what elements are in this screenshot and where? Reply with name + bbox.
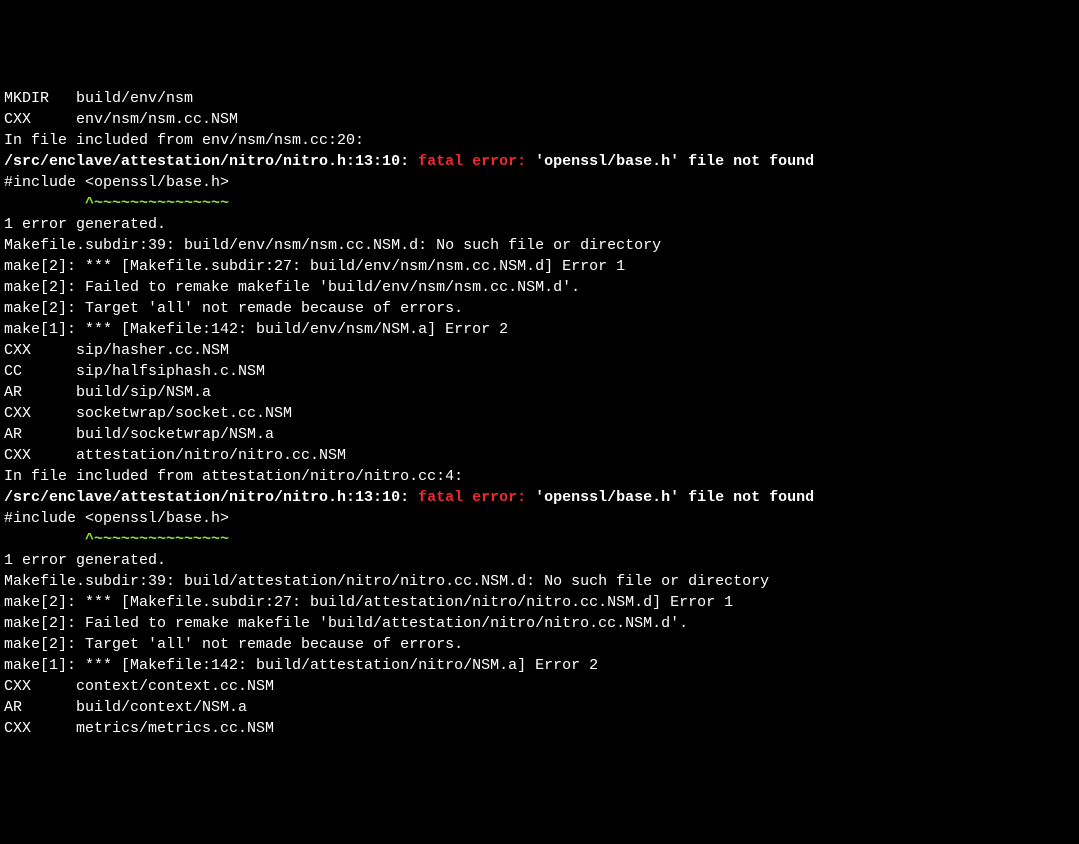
terminal-line: CC sip/halfsiphash.c.NSM bbox=[4, 361, 1075, 382]
terminal-segment: MKDIR build/env/nsm bbox=[4, 90, 193, 107]
terminal-segment: fatal error: bbox=[418, 489, 535, 506]
terminal-segment: ^~~~~~~~~~~~~~~~ bbox=[4, 195, 229, 212]
terminal-line: #include <openssl/base.h> bbox=[4, 172, 1075, 193]
terminal-line: 1 error generated. bbox=[4, 550, 1075, 571]
terminal-line: In file included from attestation/nitro/… bbox=[4, 466, 1075, 487]
terminal-segment: make[2]: Target 'all' not remade because… bbox=[4, 300, 463, 317]
terminal-line: make[2]: Target 'all' not remade because… bbox=[4, 298, 1075, 319]
terminal-line: #include <openssl/base.h> bbox=[4, 508, 1075, 529]
terminal-segment: /src/enclave/attestation/nitro/nitro.h:1… bbox=[4, 153, 418, 170]
terminal-line: MKDIR build/env/nsm bbox=[4, 88, 1075, 109]
terminal-line: make[2]: Failed to remake makefile 'buil… bbox=[4, 613, 1075, 634]
terminal-segment: AR build/sip/NSM.a bbox=[4, 384, 211, 401]
terminal-segment: make[2]: *** [Makefile.subdir:27: build/… bbox=[4, 258, 625, 275]
terminal-segment: 1 error generated. bbox=[4, 552, 166, 569]
terminal-line: CXX context/context.cc.NSM bbox=[4, 676, 1075, 697]
terminal-segment: #include <openssl/base.h> bbox=[4, 174, 229, 191]
terminal-segment: CXX sip/hasher.cc.NSM bbox=[4, 342, 229, 359]
terminal-segment: AR build/context/NSM.a bbox=[4, 699, 247, 716]
terminal-segment: make[2]: *** [Makefile.subdir:27: build/… bbox=[4, 594, 733, 611]
terminal-segment: In file included from env/nsm/nsm.cc:20: bbox=[4, 132, 364, 149]
terminal-segment: CXX context/context.cc.NSM bbox=[4, 678, 274, 695]
terminal-segment: 1 error generated. bbox=[4, 216, 166, 233]
terminal-line: ^~~~~~~~~~~~~~~~ bbox=[4, 529, 1075, 550]
terminal-segment: AR build/socketwrap/NSM.a bbox=[4, 426, 274, 443]
terminal-segment: Makefile.subdir:39: build/env/nsm/nsm.cc… bbox=[4, 237, 661, 254]
terminal-line: AR build/context/NSM.a bbox=[4, 697, 1075, 718]
terminal-line: /src/enclave/attestation/nitro/nitro.h:1… bbox=[4, 487, 1075, 508]
terminal-line: make[2]: Target 'all' not remade because… bbox=[4, 634, 1075, 655]
terminal-line: CXX sip/hasher.cc.NSM bbox=[4, 340, 1075, 361]
terminal-segment: make[1]: *** [Makefile:142: build/attest… bbox=[4, 657, 598, 674]
terminal-segment: CXX env/nsm/nsm.cc.NSM bbox=[4, 111, 238, 128]
terminal-line: CXX metrics/metrics.cc.NSM bbox=[4, 718, 1075, 739]
terminal-segment: 'openssl/base.h' file not found bbox=[535, 153, 814, 170]
terminal-line: ^~~~~~~~~~~~~~~~ bbox=[4, 193, 1075, 214]
terminal-segment: make[1]: *** [Makefile:142: build/env/ns… bbox=[4, 321, 508, 338]
terminal-line: In file included from env/nsm/nsm.cc:20: bbox=[4, 130, 1075, 151]
terminal-line: AR build/sip/NSM.a bbox=[4, 382, 1075, 403]
terminal-line: CXX attestation/nitro/nitro.cc.NSM bbox=[4, 445, 1075, 466]
terminal-segment: CXX metrics/metrics.cc.NSM bbox=[4, 720, 274, 737]
terminal-line: make[2]: *** [Makefile.subdir:27: build/… bbox=[4, 256, 1075, 277]
terminal-segment: /src/enclave/attestation/nitro/nitro.h:1… bbox=[4, 489, 418, 506]
terminal-segment: fatal error: bbox=[418, 153, 535, 170]
terminal-line: make[1]: *** [Makefile:142: build/attest… bbox=[4, 655, 1075, 676]
terminal-segment: #include <openssl/base.h> bbox=[4, 510, 229, 527]
terminal-line: Makefile.subdir:39: build/env/nsm/nsm.cc… bbox=[4, 235, 1075, 256]
terminal-line: CXX socketwrap/socket.cc.NSM bbox=[4, 403, 1075, 424]
terminal-segment: make[2]: Target 'all' not remade because… bbox=[4, 636, 463, 653]
terminal-line: make[2]: Failed to remake makefile 'buil… bbox=[4, 277, 1075, 298]
terminal-line: Makefile.subdir:39: build/attestation/ni… bbox=[4, 571, 1075, 592]
terminal-line: AR build/socketwrap/NSM.a bbox=[4, 424, 1075, 445]
terminal-segment: Makefile.subdir:39: build/attestation/ni… bbox=[4, 573, 769, 590]
terminal-segment: CXX attestation/nitro/nitro.cc.NSM bbox=[4, 447, 346, 464]
terminal-segment: ^~~~~~~~~~~~~~~~ bbox=[4, 531, 229, 548]
terminal-line: make[2]: *** [Makefile.subdir:27: build/… bbox=[4, 592, 1075, 613]
terminal-segment: 'openssl/base.h' file not found bbox=[535, 489, 814, 506]
terminal-segment: make[2]: Failed to remake makefile 'buil… bbox=[4, 279, 580, 296]
terminal-line: CXX env/nsm/nsm.cc.NSM bbox=[4, 109, 1075, 130]
terminal-output: MKDIR build/env/nsm CXX env/nsm/nsm.cc.NS… bbox=[4, 88, 1075, 739]
terminal-segment: make[2]: Failed to remake makefile 'buil… bbox=[4, 615, 688, 632]
terminal-segment: CC sip/halfsiphash.c.NSM bbox=[4, 363, 265, 380]
terminal-line: make[1]: *** [Makefile:142: build/env/ns… bbox=[4, 319, 1075, 340]
terminal-line: /src/enclave/attestation/nitro/nitro.h:1… bbox=[4, 151, 1075, 172]
terminal-line: 1 error generated. bbox=[4, 214, 1075, 235]
terminal-segment: CXX socketwrap/socket.cc.NSM bbox=[4, 405, 292, 422]
terminal-segment: In file included from attestation/nitro/… bbox=[4, 468, 463, 485]
